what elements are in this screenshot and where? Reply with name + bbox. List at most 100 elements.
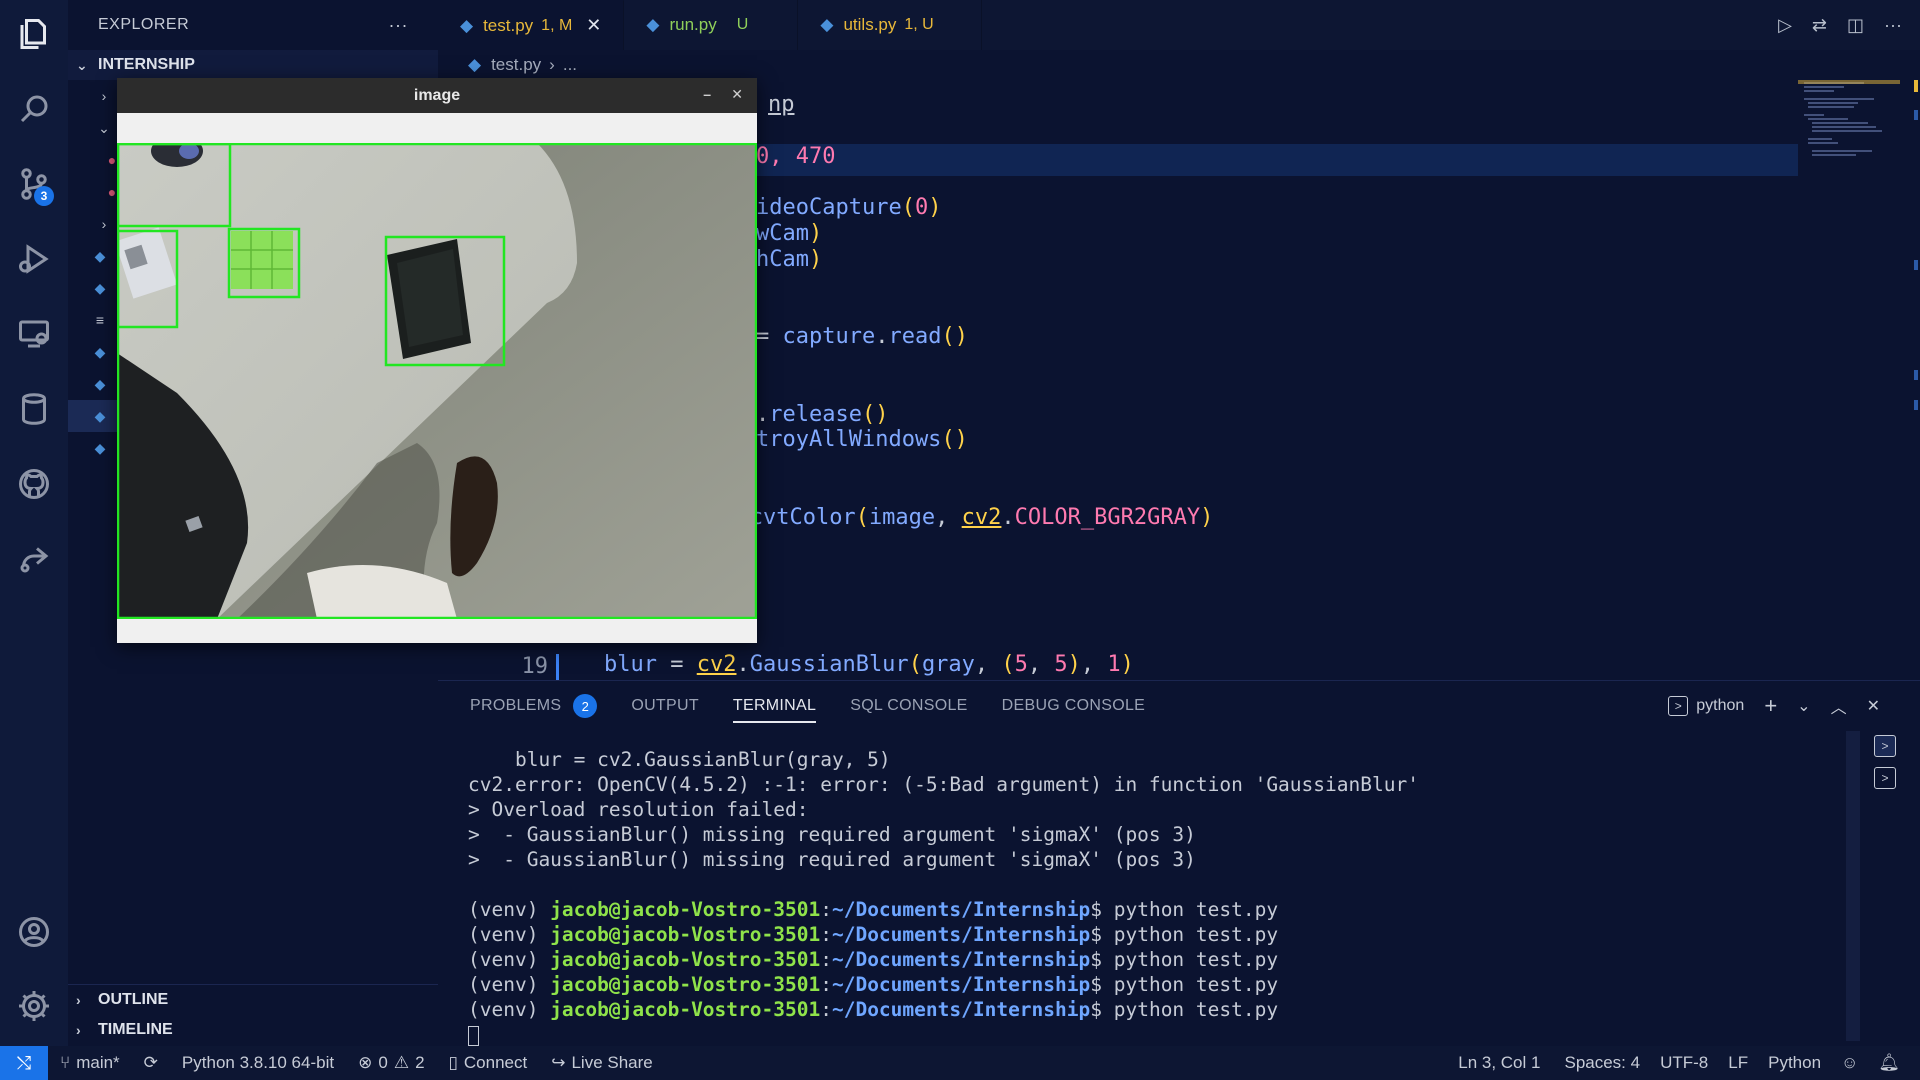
code-line: troyAllWindows() bbox=[756, 427, 968, 452]
sidebar-title: EXPLORER bbox=[98, 16, 190, 33]
search-icon[interactable] bbox=[10, 85, 58, 133]
close-icon[interactable]: ✕ bbox=[731, 86, 743, 103]
minimap[interactable] bbox=[1798, 80, 1920, 680]
remote-indicator-icon[interactable]: ⤭ bbox=[0, 1046, 48, 1080]
tab-test-py[interactable]: ◆ test.py 1, M ✕ bbox=[438, 0, 625, 50]
live-share-button[interactable]: ↪ Live Share bbox=[539, 1046, 665, 1080]
live-share-icon[interactable] bbox=[10, 535, 58, 583]
chevron-right-icon: › bbox=[76, 1022, 81, 1038]
breadcrumb-file[interactable]: test.py bbox=[491, 55, 541, 75]
terminal-instance-icon[interactable]: > bbox=[1874, 767, 1896, 789]
python-file-icon: ◆ bbox=[94, 439, 106, 456]
code-token: cv2 bbox=[696, 652, 737, 677]
sync-icon[interactable]: ⟳ bbox=[132, 1046, 170, 1080]
minimize-icon[interactable]: – bbox=[703, 86, 711, 102]
language-mode[interactable]: Python bbox=[1758, 1046, 1831, 1080]
account-icon[interactable] bbox=[10, 908, 58, 956]
tab-sql-console-label: SQL CONSOLE bbox=[850, 697, 968, 714]
error-count: 0 bbox=[378, 1053, 388, 1072]
end-of-line[interactable]: LF bbox=[1718, 1046, 1758, 1080]
tab-terminal-label: TERMINAL bbox=[732, 697, 817, 714]
code-token: image bbox=[868, 504, 936, 530]
terminal-selector[interactable]: > python bbox=[1668, 696, 1744, 716]
new-terminal-icon[interactable]: + bbox=[1764, 693, 1777, 719]
tab-output[interactable]: OUTPUT bbox=[631, 681, 699, 731]
image-window-titlebar[interactable]: image – ✕ bbox=[117, 78, 757, 113]
tab-run-py[interactable]: ◆ run.py U bbox=[624, 0, 799, 50]
breadcrumb-rest[interactable]: ... bbox=[563, 55, 577, 75]
warning-count: 2 bbox=[415, 1053, 425, 1072]
terminal-instance-icon[interactable]: > bbox=[1874, 735, 1896, 757]
terminal-prompt-part: $ python test.py bbox=[1090, 898, 1279, 921]
code-token: ( bbox=[901, 195, 915, 221]
terminal-prompt-part: $ python test.py bbox=[1090, 923, 1279, 946]
code-token: 5 bbox=[1054, 652, 1068, 677]
python-file-icon: ◆ bbox=[94, 407, 106, 424]
tab-utils-py[interactable]: ◆ utils.py 1, U bbox=[798, 0, 983, 50]
run-debug-icon[interactable] bbox=[10, 235, 58, 283]
editor-actions: ▷ ⇄ ◫ ··· bbox=[1778, 0, 1902, 50]
activity-bar: 3 bbox=[0, 0, 68, 1046]
tab-label: test.py bbox=[483, 15, 534, 35]
terminal-prompt-part: : bbox=[820, 973, 832, 996]
outline-section[interactable]: › OUTLINE bbox=[68, 985, 438, 1015]
chevron-down-icon[interactable]: ⌄ bbox=[1797, 696, 1810, 716]
close-panel-icon[interactable]: ✕ bbox=[1867, 696, 1880, 716]
python-file-icon: ◆ bbox=[468, 55, 482, 74]
code-token: ) bbox=[1200, 504, 1214, 530]
terminal-prompt-part: (venv) bbox=[468, 998, 551, 1021]
explorer-icon[interactable] bbox=[10, 10, 58, 58]
tab-sql-console[interactable]: SQL CONSOLE bbox=[850, 681, 967, 731]
maximize-panel-icon[interactable]: ︿ bbox=[1831, 694, 1847, 718]
terminal-prompt-part: : bbox=[820, 898, 832, 921]
database-icon[interactable] bbox=[10, 385, 58, 433]
encoding[interactable]: UTF-8 bbox=[1650, 1046, 1718, 1080]
terminal-prompt-part: ~/Documents/Internship bbox=[831, 998, 1091, 1021]
indentation[interactable]: Spaces: 4 bbox=[1554, 1046, 1650, 1080]
chevron-right-icon: › bbox=[76, 992, 81, 1008]
terminal-line: > - GaussianBlur() missing required argu… bbox=[468, 823, 1196, 846]
remote-explorer-icon[interactable] bbox=[10, 310, 58, 358]
outline-label: OUTLINE bbox=[98, 991, 169, 1008]
source-control-icon[interactable]: 3 bbox=[10, 160, 58, 208]
compare-changes-icon[interactable]: ⇄ bbox=[1812, 15, 1827, 36]
timeline-section[interactable]: › TIMELINE bbox=[68, 1015, 438, 1045]
text-file-icon: ≡ bbox=[95, 312, 105, 328]
breadcrumb: ◆ test.py › ... bbox=[438, 50, 1738, 80]
more-actions-icon[interactable]: ··· bbox=[1884, 15, 1902, 36]
code-line: wCam) bbox=[756, 221, 822, 246]
image-window[interactable]: image – ✕ bbox=[117, 78, 757, 643]
tab-problems[interactable]: PROBLEMS 2 bbox=[470, 681, 598, 731]
tab-label: utils.py bbox=[843, 15, 897, 34]
code-token: cv2 bbox=[961, 504, 1002, 530]
github-icon[interactable] bbox=[10, 460, 58, 508]
connect-button[interactable]: ▯ Connect bbox=[437, 1046, 540, 1080]
code-line: .release() bbox=[756, 402, 888, 427]
settings-gear-icon[interactable] bbox=[10, 982, 58, 1030]
cursor-position[interactable]: Ln 3, Col 1 bbox=[1444, 1046, 1554, 1080]
python-file-icon: ◆ bbox=[94, 279, 106, 296]
more-actions-icon[interactable]: ··· bbox=[389, 15, 408, 36]
tab-problems-label: PROBLEMS bbox=[470, 697, 562, 714]
branch-name: main* bbox=[76, 1053, 120, 1072]
terminal-prompt-part: jacob@jacob-Vostro-3501 bbox=[550, 948, 821, 971]
terminal-output[interactable]: blur = cv2.GaussianBlur(gray, 5) cv2.erro… bbox=[468, 747, 1419, 1047]
code-token: COLOR_BGR2GRAY bbox=[1014, 504, 1201, 530]
feedback-icon[interactable]: ☺ bbox=[1831, 1046, 1868, 1080]
branch-indicator[interactable]: ⑂ main* bbox=[48, 1046, 132, 1080]
folder-header[interactable]: ⌄ INTERNSHIP bbox=[68, 50, 438, 80]
code-token: 1 bbox=[1107, 652, 1121, 677]
terminal-scrollbar[interactable] bbox=[1846, 731, 1860, 1041]
run-icon[interactable]: ▷ bbox=[1778, 15, 1792, 36]
tab-terminal[interactable]: TERMINAL bbox=[732, 681, 817, 731]
status-bar: ⤭ ⑂ main* ⟳ Python 3.8.10 64-bit ⊗ 0 ⚠ 2… bbox=[0, 1046, 1920, 1080]
tab-debug-console[interactable]: DEBUG CONSOLE bbox=[1002, 681, 1146, 731]
code-token: troyAllWindows bbox=[756, 427, 942, 453]
notifications-bell-icon[interactable]: 🔔︎ bbox=[1868, 1046, 1910, 1080]
live-share-icon: ↪ bbox=[551, 1053, 566, 1072]
python-interpreter[interactable]: Python 3.8.10 64-bit bbox=[170, 1046, 346, 1080]
code-token: () bbox=[941, 324, 968, 350]
split-editor-icon[interactable]: ◫ bbox=[1847, 15, 1864, 36]
close-icon[interactable]: ✕ bbox=[586, 15, 601, 36]
problems-indicator[interactable]: ⊗ 0 ⚠ 2 bbox=[346, 1046, 436, 1080]
